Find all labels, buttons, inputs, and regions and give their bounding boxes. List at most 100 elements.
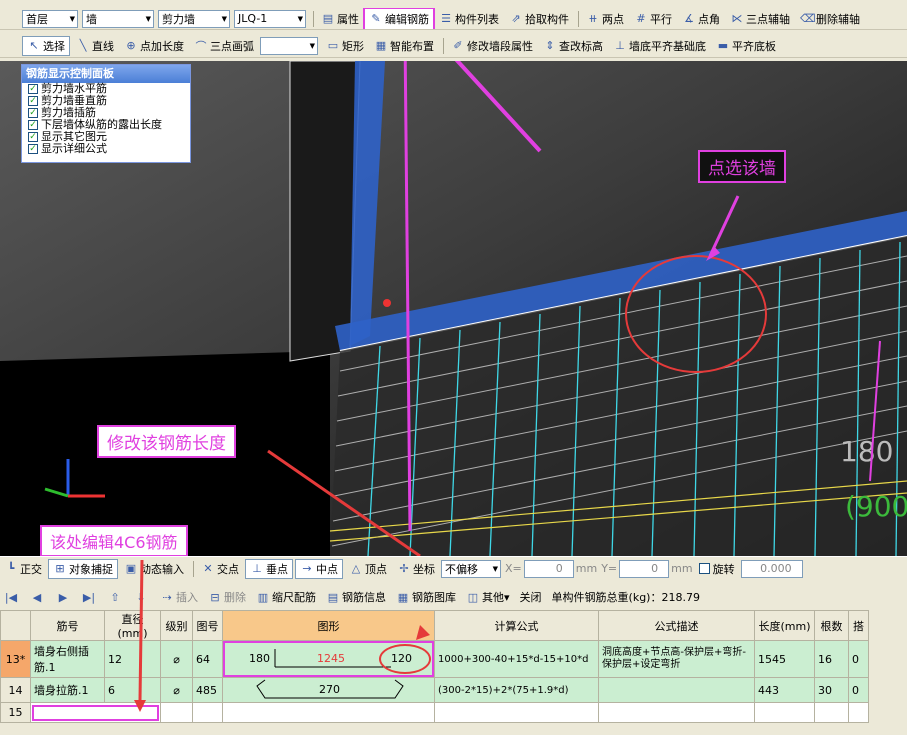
rebar-info-button[interactable]: ▤ 钢筋信息 [322, 587, 390, 607]
checkbox-icon[interactable]: ✓ [28, 96, 38, 106]
rotate-input[interactable]: 0.000 [740, 559, 803, 578]
cell-length[interactable] [754, 702, 815, 723]
cell-shape[interactable]: 180 1245 120 [222, 640, 435, 678]
element-select[interactable]: JLQ-1 ▼ [234, 9, 306, 28]
cell-lap[interactable]: 0 [848, 677, 869, 703]
cell-grade[interactable] [160, 702, 193, 723]
smart-layout-button[interactable]: ▦ 智能布置 [370, 36, 438, 56]
cell-description[interactable]: 洞底高度+节点高-保护层+弯折-保护层+设定弯折 [598, 640, 755, 678]
table-row[interactable]: 14 墙身拉筋.1 6 ⌀ 485 270 (300-2*15)+2*(75+1… [0, 677, 869, 703]
cell-grade[interactable]: ⌀ [160, 640, 193, 678]
properties-button[interactable]: ▤ 属性 [317, 9, 363, 29]
cell-description[interactable] [598, 702, 755, 723]
cell-name[interactable]: 墙身右侧插筋.1 [30, 640, 105, 678]
midpoint-snap[interactable]: → 中点 [295, 558, 343, 579]
cell-shape[interactable] [222, 702, 435, 723]
insert-button[interactable]: ⇢ 插入 [156, 587, 202, 607]
cell-shape[interactable]: 270 [222, 677, 435, 703]
header-cell[interactable]: 筋号 [30, 610, 105, 641]
coordinate-snap[interactable]: ✢ 坐标 [393, 559, 439, 579]
checkbox-icon[interactable]: ✓ [28, 120, 38, 130]
header-cell[interactable]: 级别 [160, 610, 193, 641]
cell-length[interactable]: 1545 [754, 640, 815, 678]
cell-formula[interactable]: 1000+300-40+15*d-15+10*d [434, 640, 599, 678]
checkbox-icon[interactable]: ✓ [28, 144, 38, 154]
intersection-snap[interactable]: ✕ 交点 [197, 559, 243, 579]
align-slab-button[interactable]: ▬ 平齐底板 [712, 36, 780, 56]
point-length-button[interactable]: ⊕ 点加长度 [120, 36, 188, 56]
cell-formula[interactable] [434, 702, 599, 723]
cell-name[interactable]: 墙身拉筋.1 [30, 677, 105, 703]
offset-select[interactable]: 不偏移 ▼ [441, 559, 501, 578]
parallel-button[interactable]: # 平行 [630, 9, 676, 29]
cell-count[interactable] [814, 702, 849, 723]
perpendicular-snap[interactable]: ⊥ 垂点 [245, 558, 293, 579]
cell-figure-no[interactable] [192, 702, 223, 723]
shape-mid-length[interactable]: 270 [319, 683, 340, 696]
checkbox-icon[interactable]: ✓ [28, 108, 38, 118]
point-angle-button[interactable]: ∡ 点角 [678, 9, 724, 29]
cell-diameter[interactable]: 12 [104, 640, 161, 678]
edit-rebar-button[interactable]: ✎ 编辑钢筋 [363, 8, 435, 29]
cell-figure-no[interactable]: 485 [192, 677, 223, 703]
cell-length[interactable]: 443 [754, 677, 815, 703]
header-cell[interactable]: 图号 [192, 610, 223, 641]
select-button[interactable]: ↖ 选择 [22, 35, 70, 56]
dynamic-input-toggle[interactable]: ▣ 动态输入 [120, 559, 188, 579]
last-record-button[interactable]: ▶| [78, 587, 102, 607]
y-input[interactable]: 0 [619, 559, 670, 578]
two-points-button[interactable]: ⧺ 两点 [582, 9, 628, 29]
move-up-button[interactable]: ⇧ [104, 587, 128, 607]
delete-button[interactable]: ⊟ 删除 [204, 587, 250, 607]
header-cell[interactable]: 公式描述 [598, 610, 755, 641]
new-rebar-input[interactable] [32, 704, 159, 721]
shape-mid-length[interactable]: 1245 [317, 652, 345, 665]
scale-rebar-button[interactable]: ▥ 缩尺配筋 [252, 587, 320, 607]
cell-figure-no[interactable]: 64 [192, 640, 223, 678]
rebar-library-button[interactable]: ▦ 钢筋图库 [392, 587, 460, 607]
table-row[interactable]: 15 [0, 702, 869, 723]
row-number[interactable]: 13* [0, 640, 31, 678]
next-record-button[interactable]: ▶ [52, 587, 76, 607]
panel-item[interactable]: ✓ 显示详细公式 [22, 143, 190, 155]
other-menu-button[interactable]: ◫ 其他 ▾ [462, 587, 514, 607]
align-foundation-button[interactable]: ⊥ 墙底平齐基础底 [609, 36, 710, 56]
cell-grade[interactable]: ⌀ [160, 677, 193, 703]
header-cell[interactable]: 搭 [848, 610, 869, 641]
header-cell[interactable]: 计算公式 [434, 610, 599, 641]
header-cell[interactable]: 直径(mm) [104, 610, 161, 641]
cell-count[interactable]: 30 [814, 677, 849, 703]
object-snap-toggle[interactable]: ⊞ 对象捕捉 [48, 558, 118, 579]
line-button[interactable]: ╲ 直线 [72, 36, 118, 56]
delete-axis-button[interactable]: ⌫ 删除辅轴 [796, 9, 864, 29]
ortho-toggle[interactable]: ┗ 正交 [0, 559, 46, 579]
shape-left-length[interactable]: 180 [249, 652, 270, 665]
vertex-snap[interactable]: △ 顶点 [345, 559, 391, 579]
table-row[interactable]: 13* 墙身右侧插筋.1 12 ⌀ 64 180 1245 120 1000+3… [0, 640, 869, 678]
cell-diameter[interactable]: 6 [104, 677, 161, 703]
floor-select[interactable]: 首层 ▼ [22, 9, 78, 28]
prev-record-button[interactable]: ◀ [26, 587, 50, 607]
pick-element-button[interactable]: ⇗ 拾取构件 [505, 9, 573, 29]
header-cell[interactable]: 长度(mm) [754, 610, 815, 641]
x-input[interactable]: 0 [523, 559, 574, 578]
modify-segment-button[interactable]: ✐ 修改墙段属性 [447, 36, 537, 56]
cell-formula[interactable]: (300-2*15)+2*(75+1.9*d) [434, 677, 599, 703]
element-list-button[interactable]: ☰ 构件列表 [435, 9, 503, 29]
category-select[interactable]: 墙 ▼ [82, 9, 154, 28]
three-point-axis-button[interactable]: ⋉ 三点辅轴 [726, 9, 794, 29]
cell-name-edit[interactable] [30, 702, 161, 723]
cell-lap[interactable] [848, 702, 869, 723]
rect-button[interactable]: ▭ 矩形 [322, 36, 368, 56]
checkbox-icon[interactable]: ✓ [28, 84, 38, 94]
header-cell[interactable]: 根数 [814, 610, 849, 641]
header-cell[interactable]: 图形 [222, 610, 435, 641]
type-select[interactable]: 剪力墙 ▼ [158, 9, 230, 28]
move-down-button[interactable]: ⇩ [130, 587, 154, 607]
cell-lap[interactable]: 0 [848, 640, 869, 678]
row-number[interactable]: 15 [0, 702, 31, 723]
arc-button[interactable]: ⌒ 三点画弧 [190, 36, 258, 56]
row-number[interactable]: 14 [0, 677, 31, 703]
check-elevation-button[interactable]: ⇕ 查改标高 [539, 36, 607, 56]
checkbox-icon[interactable]: ✓ [28, 132, 38, 142]
